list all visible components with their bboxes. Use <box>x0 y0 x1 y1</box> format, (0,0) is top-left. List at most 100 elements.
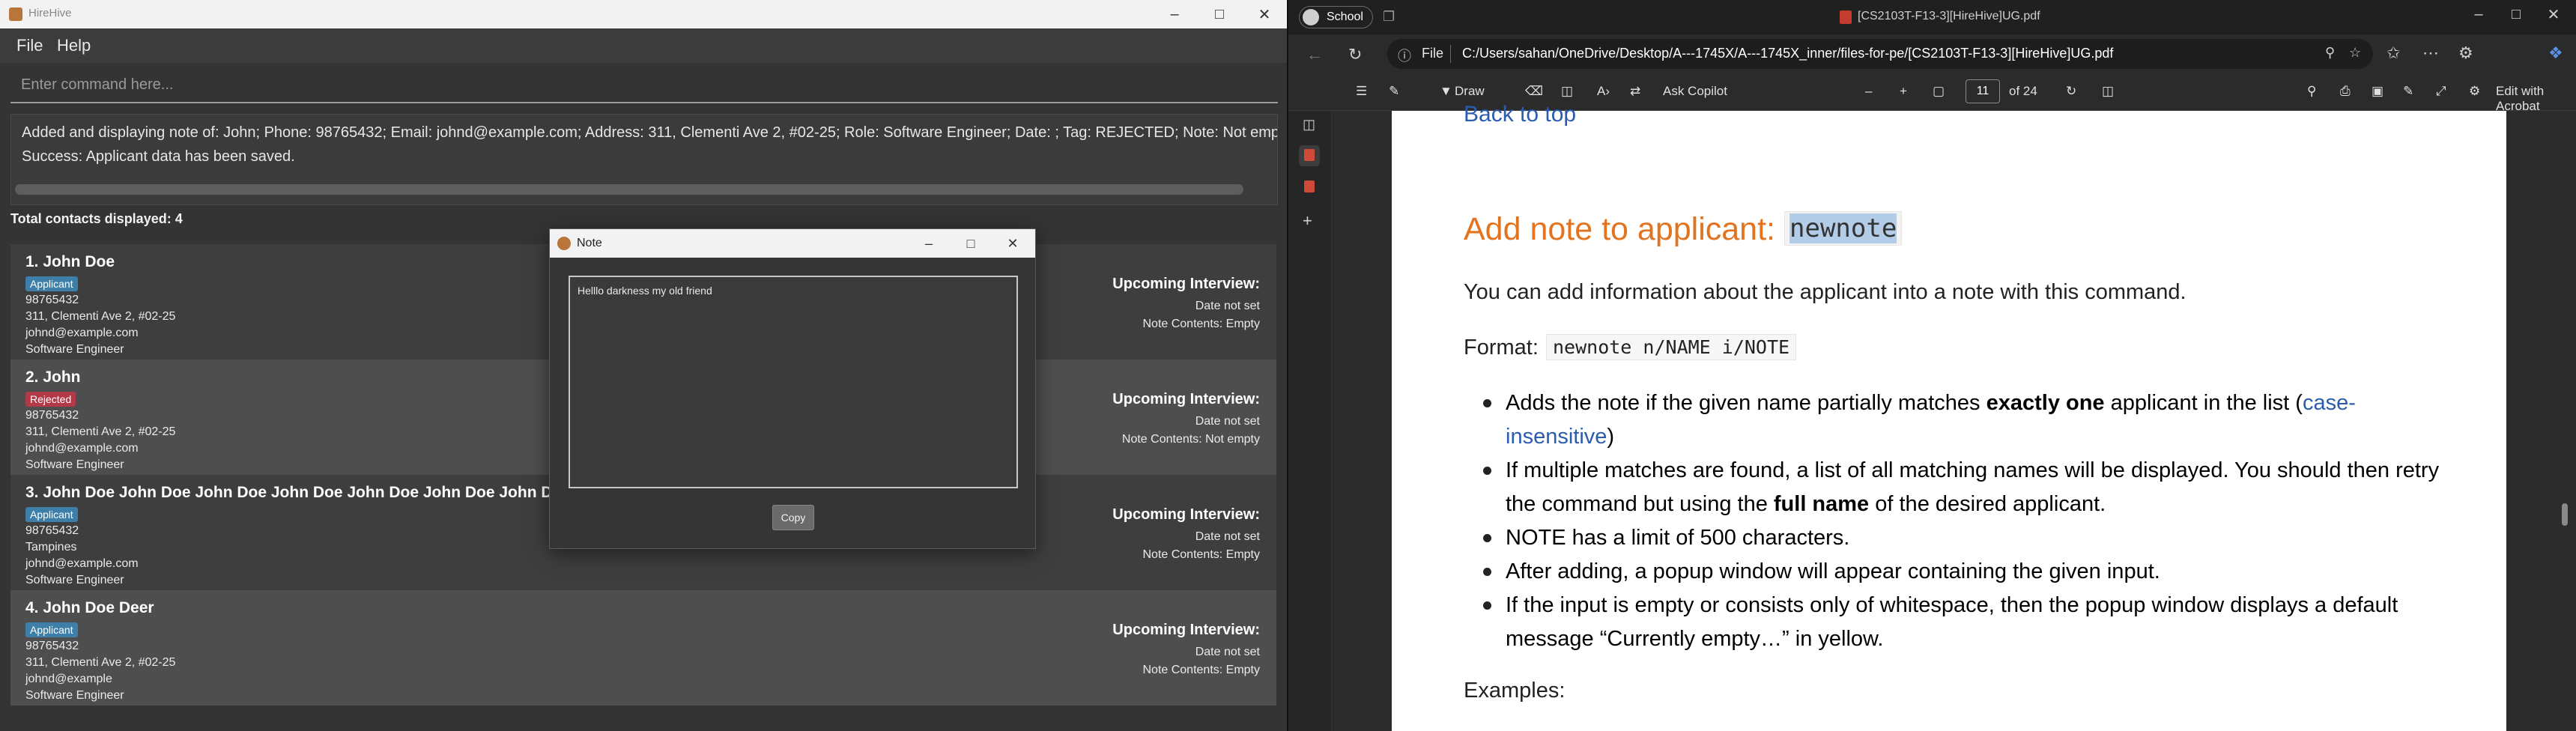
add-icon[interactable]: + <box>1303 211 1312 231</box>
info-icon[interactable]: ⓘ <box>1398 46 1411 65</box>
sidebar-panel-icon[interactable]: ◫ <box>1303 117 1315 133</box>
draw-icon[interactable]: ▼ <box>1440 84 1452 99</box>
result-line: Added and displaying note of: John; Phon… <box>22 124 1278 141</box>
text-run: Adds the note if the given name partiall… <box>1506 391 1986 415</box>
total-contacts-label: Total contacts displayed: 4 <box>10 211 183 226</box>
highlight-icon[interactable]: ✎ <box>1389 84 1399 99</box>
status-badge: Applicant <box>25 507 78 522</box>
contents-icon[interactable]: ☰ <box>1356 84 1367 99</box>
interview-title: Upcoming Interview: <box>1112 276 1260 292</box>
pdf-page: Back to top Add note to applicant: newno… <box>1392 102 2506 731</box>
hirehive-app-icon <box>9 7 22 21</box>
person-address: Tampines <box>25 541 77 553</box>
result-horizontal-scrollbar[interactable] <box>15 184 1243 195</box>
pdf-file-icon <box>1840 10 1852 24</box>
pdf-scrollbar-thumb[interactable] <box>2562 503 2568 526</box>
person-name: 2. John <box>25 368 81 386</box>
close-icon[interactable]: ✕ <box>1242 0 1287 28</box>
pdf-settings-icon[interactable]: ⚙ <box>2469 84 2480 99</box>
person-card[interactable]: 4. John Doe Deer Applicant 98765432 311,… <box>10 590 1276 706</box>
favorites-icon[interactable]: ✩ <box>2386 43 2400 63</box>
interview-date: Date not set <box>1195 300 1260 312</box>
person-name: 4. John Doe Deer <box>25 599 154 616</box>
minimize-icon[interactable]: – <box>1152 0 1197 28</box>
favorite-icon[interactable]: ☆ <box>2349 45 2361 61</box>
maximize-icon[interactable]: □ <box>1197 0 1242 28</box>
ask-copilot-button[interactable]: Ask Copilot <box>1663 84 1727 99</box>
page-number-input[interactable]: 11 <box>1966 79 2000 103</box>
sidebar-pdf-tab[interactable] <box>1299 145 1320 166</box>
eraser-icon[interactable]: ⌫ <box>1525 84 1543 99</box>
person-address: 311, Clementi Ave 2, #02-25 <box>25 425 176 438</box>
text-run: applicant in the list ( <box>2104 391 2303 415</box>
examples-label: Examples: <box>1464 679 1566 703</box>
command-input[interactable]: Enter command here... <box>10 69 1278 103</box>
bold-text: exactly one <box>1986 391 2105 415</box>
person-phone: 98765432 <box>25 524 79 537</box>
person-role: Software Engineer <box>25 458 124 471</box>
copilot-icon[interactable]: ❖ <box>2548 43 2563 63</box>
hirehive-window-title: HireHive <box>28 7 72 19</box>
tab-actions-icon[interactable]: ❐ <box>1383 9 1395 25</box>
two-page-icon[interactable]: ◫ <box>2102 84 2114 99</box>
page-view-icon[interactable]: ◫ <box>1561 84 1573 99</box>
interview-date: Date not set <box>1195 646 1260 658</box>
fit-page-icon[interactable]: ▢ <box>1933 84 1945 99</box>
bold-text: full name <box>1773 492 1870 516</box>
save-as-icon[interactable]: ✎ <box>2403 84 2413 99</box>
translate-icon[interactable]: ⇄ <box>1630 84 1640 99</box>
settings-icon[interactable]: ⚙ <box>2458 43 2473 63</box>
maximize-icon[interactable]: □ <box>950 229 992 258</box>
tab-title[interactable]: [CS2103T-F13-3][HireHive]UG.pdf <box>1858 10 2040 23</box>
save-icon[interactable]: ▣ <box>2372 84 2383 99</box>
person-name: 3. John Doe John Doe John Doe John Doe J… <box>25 484 572 501</box>
rotate-icon[interactable]: ↻ <box>2066 84 2076 99</box>
search-icon[interactable]: ⚲ <box>2307 84 2316 99</box>
url-bar[interactable]: ⓘ File C:/Users/sahan/OneDrive/Desktop/A… <box>1387 39 2373 69</box>
person-phone: 98765432 <box>25 409 79 422</box>
menu-help[interactable]: Help <box>57 36 91 55</box>
sidebar-pdf-tab[interactable] <box>1299 177 1320 198</box>
close-icon[interactable]: ✕ <box>2531 0 2576 28</box>
status-badge: Applicant <box>25 622 78 637</box>
person-phone: 98765432 <box>25 294 79 306</box>
list-item: After adding, a popup window will appear… <box>1483 555 2449 589</box>
zoom-out-icon[interactable]: – <box>1865 84 1872 99</box>
edge-titlebar: School ❐ [CS2103T-F13-3][HireHive]UG.pdf… <box>1288 0 2576 34</box>
person-address: 311, Clementi Ave 2, #02-25 <box>25 656 176 669</box>
note-status: Note Contents: Empty <box>1142 664 1260 676</box>
copy-button[interactable]: Copy <box>772 505 814 530</box>
list-item: If the input is empty or consists only o… <box>1483 589 2449 656</box>
more-icon[interactable]: ⋯ <box>2422 43 2439 63</box>
minimize-icon[interactable]: – <box>908 229 950 258</box>
person-email: johnd@example <box>25 673 112 685</box>
interview-title: Upcoming Interview: <box>1112 391 1260 407</box>
back-icon[interactable]: ← <box>1306 45 1323 64</box>
edit-with-acrobat-button[interactable]: Edit with Acrobat <box>2496 84 2576 114</box>
note-textarea[interactable]: Helllo darkness my old friend <box>569 276 1018 488</box>
list-item: NOTE has a limit of 500 characters. <box>1483 521 2449 555</box>
note-popup-window: Note – □ ✕ Helllo darkness my old friend… <box>549 228 1036 549</box>
status-badge: Rejected <box>25 392 76 407</box>
read-aloud-icon[interactable]: A› <box>1597 84 1610 99</box>
page-total: of 24 <box>2009 84 2037 98</box>
note-app-icon <box>557 237 571 250</box>
refresh-icon[interactable]: ↻ <box>1348 45 1362 64</box>
draw-button[interactable]: Draw <box>1455 84 1485 99</box>
list-item: If multiple matches are found, a list of… <box>1483 454 2449 521</box>
note-window-title: Note <box>577 237 602 249</box>
interview-date: Date not set <box>1195 530 1260 543</box>
fullscreen-icon[interactable]: ⤢ <box>2436 84 2446 99</box>
heading-code-text: newnote <box>1789 213 1897 243</box>
url-scheme: File <box>1422 46 1444 61</box>
print-icon[interactable]: ⎙ <box>2340 84 2351 99</box>
back-to-top-link[interactable]: Back to top <box>1464 102 1576 127</box>
menu-file[interactable]: File <box>16 36 43 55</box>
close-icon[interactable]: ✕ <box>992 229 1034 258</box>
zoom-icon[interactable]: ⚲ <box>2325 45 2335 61</box>
result-line: Success: Applicant data has been saved. <box>22 148 295 165</box>
profile-button[interactable]: School <box>1299 6 1373 28</box>
zoom-in-icon[interactable]: + <box>1900 84 1907 99</box>
url-path: C:/Users/sahan/OneDrive/Desktop/A---1745… <box>1462 46 2114 61</box>
note-status: Note Contents: Not empty <box>1121 433 1260 446</box>
